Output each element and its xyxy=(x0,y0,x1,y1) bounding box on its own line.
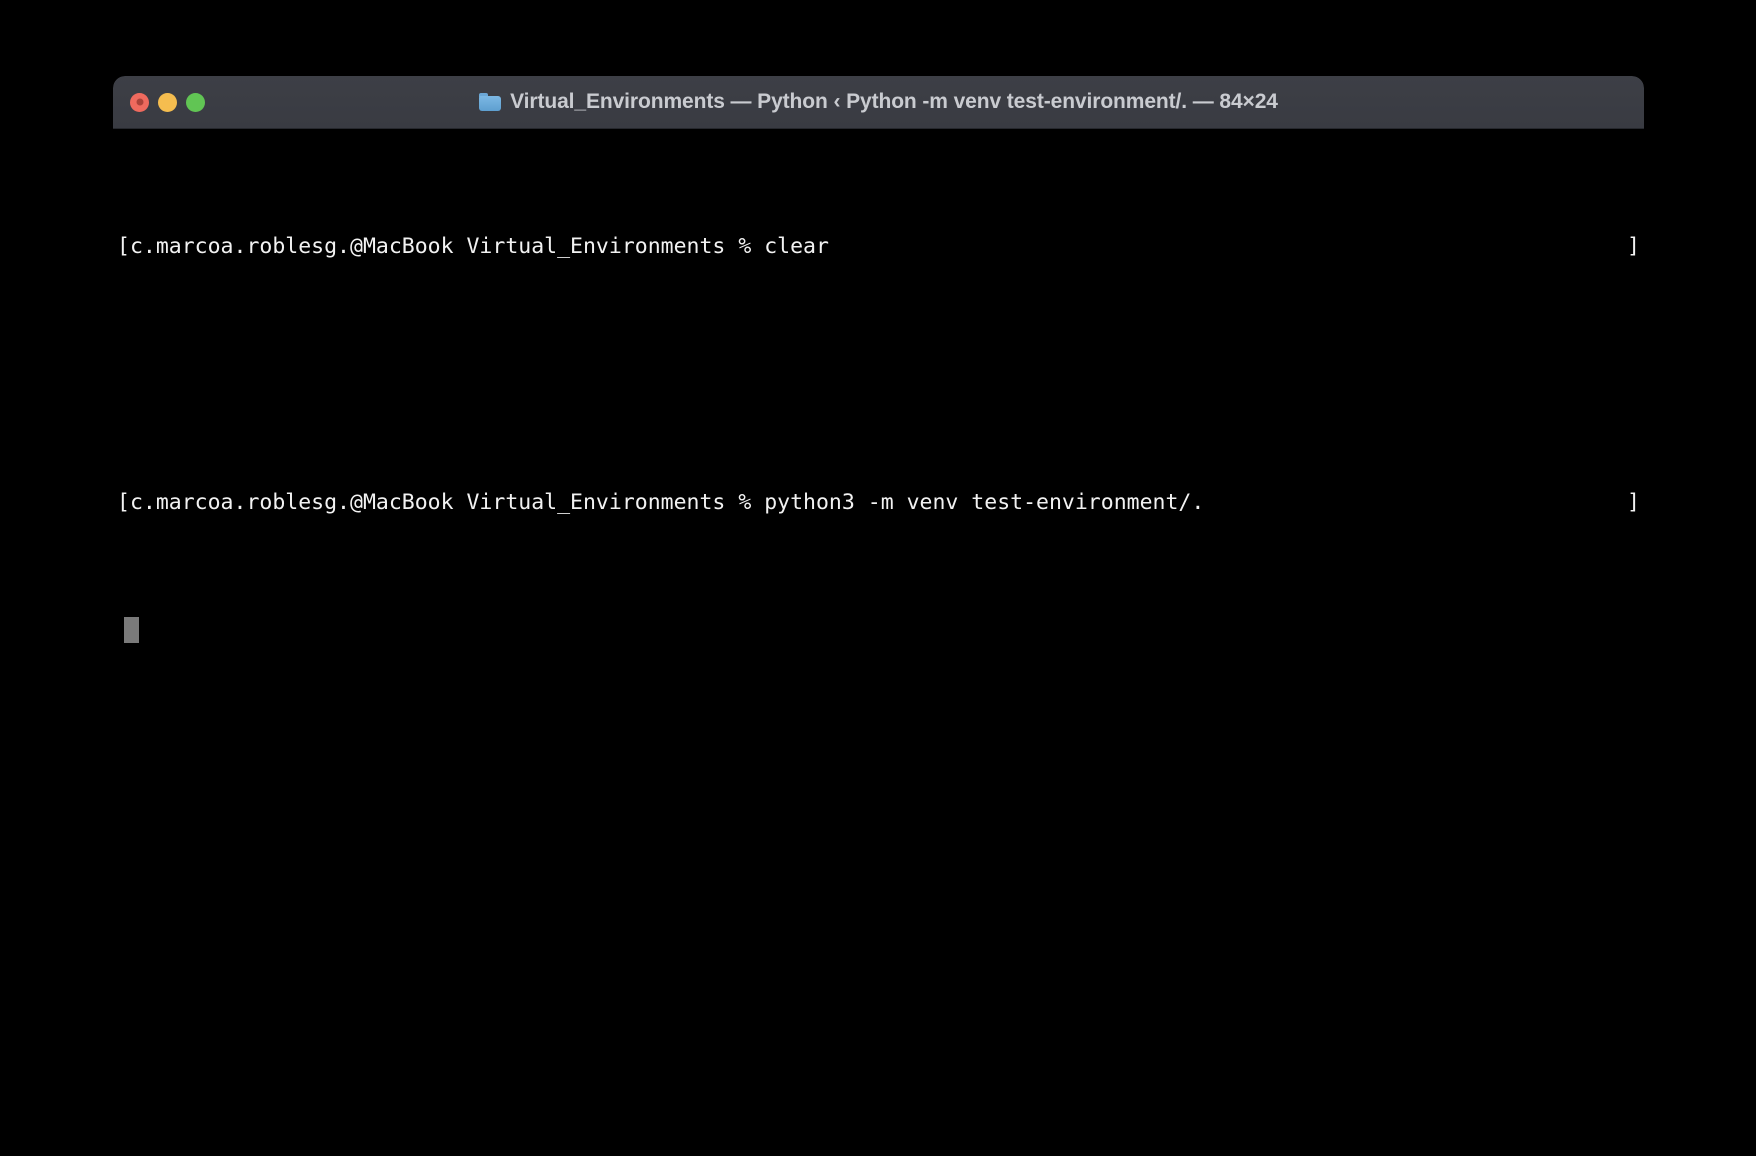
terminal-content: [c.marcoa.roblesg.@MacBook Virtual_Envir… xyxy=(113,135,1644,743)
terminal-line-end-marker: ] xyxy=(1627,234,1640,259)
terminal-line-text: [c.marcoa.roblesg.@MacBook Virtual_Envir… xyxy=(117,490,1218,515)
window-controls xyxy=(130,76,205,128)
terminal-line: [c.marcoa.roblesg.@MacBook Virtual_Envir… xyxy=(113,231,1644,263)
window-title: Virtual_Environments — Python ‹ Python -… xyxy=(510,90,1278,113)
window-title-bar[interactable]: Virtual_Environments — Python ‹ Python -… xyxy=(113,76,1644,129)
terminal-line: [c.marcoa.roblesg.@MacBook Virtual_Envir… xyxy=(113,487,1644,519)
terminal-line-text: [c.marcoa.roblesg.@MacBook Virtual_Envir… xyxy=(117,234,829,259)
window-title-group: Virtual_Environments — Python ‹ Python -… xyxy=(113,90,1644,114)
text-cursor xyxy=(124,617,139,643)
terminal-output-area[interactable]: [c.marcoa.roblesg.@MacBook Virtual_Envir… xyxy=(113,129,1644,1003)
terminal-window[interactable]: Virtual_Environments — Python ‹ Python -… xyxy=(113,76,1644,1003)
maximize-button[interactable] xyxy=(186,92,205,112)
minimize-button[interactable] xyxy=(158,92,177,112)
terminal-line-end-marker: ] xyxy=(1627,490,1640,515)
desktop-background: Virtual_Environments — Python ‹ Python -… xyxy=(0,0,1756,1156)
terminal-cursor-line xyxy=(113,615,1644,647)
folder-icon xyxy=(479,93,502,111)
close-button[interactable] xyxy=(130,92,149,112)
